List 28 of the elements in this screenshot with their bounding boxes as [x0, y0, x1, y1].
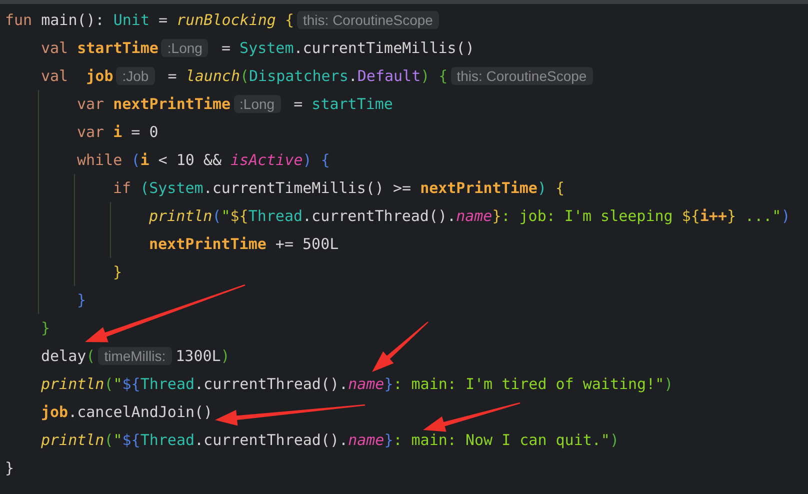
code-text: = System.currentTimeMillis() [220, 39, 474, 57]
code-text: = launch(Dispatchers.Default) { [166, 67, 448, 85]
code-text: } [5, 459, 14, 477]
code-text: job.cancelAndJoin() [41, 403, 213, 421]
code-text: } [113, 263, 122, 281]
code-text: var nextPrintTime [77, 95, 231, 113]
code-text: if (System.currentTimeMillis() >= nextPrintTime) { [113, 179, 565, 197]
inlay-hint: this: CoroutineScope [450, 67, 593, 85]
inlay-hint: this: CoroutineScope [297, 11, 439, 29]
code-text: var i = 0 [77, 123, 158, 141]
arrow [372, 322, 428, 372]
inlay-hint: timeMillis: [98, 347, 172, 365]
code-text: val startTime [41, 39, 158, 57]
code-text: = startTime [292, 95, 393, 113]
code-text: nextPrintTime += 500L [149, 235, 339, 253]
inlay-hint: :Long [234, 95, 281, 113]
code-text: println("${Thread.currentThread().name}: main: Now I can quit.") [41, 431, 619, 449]
inlay-hint: :Job [116, 67, 155, 85]
code-text: } [41, 319, 50, 337]
code-text: 1300L) [176, 347, 230, 365]
code-text: } [77, 291, 86, 309]
code-text: fun main(): Unit = runBlocking { [5, 11, 294, 29]
inlay-hint: :Long [161, 39, 208, 57]
code-text: delay( [41, 347, 96, 365]
code-text: val job [41, 67, 114, 85]
code-text: while (i < 10 && isActive) { [77, 151, 330, 169]
code-text: println("${Thread.currentThread().name}: main: I'm tired of waiting!") [41, 375, 674, 393]
code-text: println("${Thread.currentThread().name}: job: I'm sleeping ${i++} ...") [149, 207, 790, 225]
